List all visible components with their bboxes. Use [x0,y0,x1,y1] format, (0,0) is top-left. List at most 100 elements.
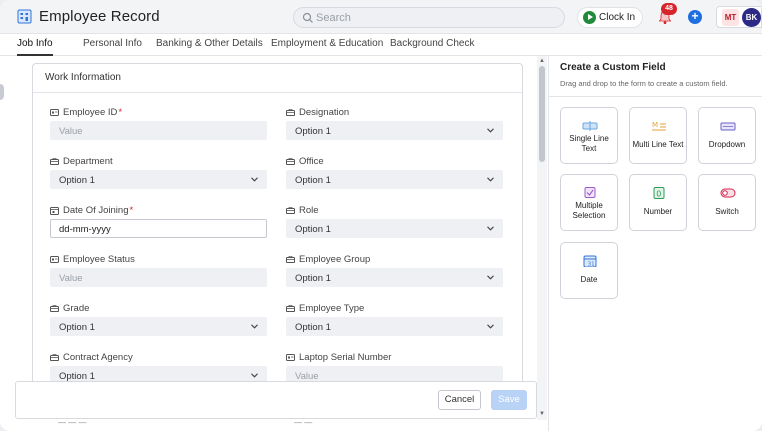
chevron-down-icon [487,226,494,231]
grade-select[interactable]: Option 1 [50,317,267,336]
field-label: Office [286,156,324,167]
chevron-down-icon [251,324,258,329]
field-label: Role [286,205,319,216]
tile-label: Multiple Selection [572,201,606,220]
scrollbar-thumb[interactable] [539,66,545,162]
single-line-text-icon [582,121,598,131]
tile-label: Number [643,207,673,216]
search-box[interactable] [293,7,565,28]
field-type-single-line-text[interactable]: Single Line Text [560,107,618,164]
tile-label: Dropdown [708,140,746,149]
avatar[interactable]: BK [742,8,761,27]
field-label: Grade [50,303,89,314]
id-card-icon [50,109,59,116]
field-label: Employee Group [286,254,370,265]
tile-label: Switch [715,207,739,216]
tab-background-check[interactable]: Background Check [390,38,475,49]
calendar-icon [50,207,59,215]
chevron-down-icon [251,373,258,378]
briefcase-icon [50,354,59,361]
avatar[interactable]: MT [722,9,739,26]
scroll-up-icon[interactable]: ▲ [539,58,545,64]
field-label: Laptop Serial Number [286,352,391,363]
id-card-icon [50,256,59,263]
peek-text: — — — [58,420,87,427]
svg-text:M: M [652,121,658,129]
field-label: Employee Status [50,254,135,265]
notification-badge: 48 [661,3,677,15]
side-handle[interactable] [0,84,4,100]
designation-select[interactable]: Option 1 [286,121,503,140]
briefcase-icon [50,305,59,312]
briefcase-icon [50,158,59,165]
multiple-selection-icon [584,187,596,198]
field-type-number[interactable]: 0 Number [629,174,687,231]
divider [549,96,762,97]
cancel-button[interactable]: Cancel [438,390,481,410]
hidden-row-peek: — — — — — [44,420,514,431]
field-label: Designation [286,107,349,118]
id-card-icon [286,354,295,361]
app-window: Employee Record Clock In 48 + MT BK Job … [0,0,762,431]
multi-line-text-icon: M [652,121,666,131]
peek-text: — — [294,420,313,427]
app-title: Employee Record [39,8,160,25]
employee-type-select[interactable]: Option 1 [286,317,503,336]
chevron-down-icon [487,275,494,280]
form-footer: Cancel Save [15,381,537,419]
section-title: Work Information [45,72,121,83]
header-bar: Employee Record Clock In 48 + MT BK [0,0,762,34]
chevron-down-icon [487,324,494,329]
clock-in-button[interactable]: Clock In [577,7,643,28]
scroll-down-icon[interactable]: ▼ [539,411,545,417]
add-button[interactable]: + [688,10,702,24]
briefcase-icon [286,109,295,116]
dropdown-icon [720,122,736,131]
user-avatars[interactable]: MT BK [716,6,762,28]
field-type-multiple-selection[interactable]: Multiple Selection [560,174,618,231]
chevron-down-icon [487,128,494,133]
custom-field-subtitle: Drag and drop to the form to create a cu… [560,79,728,88]
briefcase-icon [286,207,295,214]
field-label: Employee ID* [50,107,122,118]
field-type-multi-line-text[interactable]: M Multi Line Text [629,107,687,164]
employee-status-input[interactable]: Value [50,268,267,287]
tab-employment-education[interactable]: Employment & Education [271,38,383,49]
tile-label: Single Line Text [569,134,609,153]
date-of-joining-input[interactable]: dd-mm-yyyy [50,219,267,238]
date-icon: 31 [583,255,597,268]
search-icon [302,12,313,23]
chevron-down-icon [487,177,494,182]
field-type-dropdown[interactable]: Dropdown [698,107,756,164]
briefcase-icon [286,256,295,263]
department-select[interactable]: Option 1 [50,170,267,189]
work-information-panel: Work Information Employee ID* Value Design… [32,63,523,393]
save-button[interactable]: Save [491,390,527,410]
switch-icon [720,188,736,198]
field-label: Contract Agency [50,352,133,363]
tab-job-info[interactable]: Job Info [17,38,53,56]
office-select[interactable]: Option 1 [286,170,503,189]
field-type-date[interactable]: 31 Date [560,242,618,299]
play-icon [583,11,596,24]
tab-banking-other-details[interactable]: Banking & Other Details [156,38,263,49]
svg-text:31: 31 [588,262,595,268]
field-type-switch[interactable]: Switch [698,174,756,231]
role-select[interactable]: Option 1 [286,219,503,238]
custom-field-title: Create a Custom Field [560,62,666,73]
field-label: Employee Type [286,303,364,314]
number-icon: 0 [653,187,665,199]
briefcase-icon [286,305,295,312]
search-input[interactable] [316,10,546,25]
tile-label: Multi Line Text [632,140,684,149]
tab-personal-info[interactable]: Personal Info [83,38,142,49]
briefcase-icon [286,158,295,165]
chevron-down-icon [251,177,258,182]
tab-bar: Job Info Personal Info Banking & Other D… [0,34,762,56]
tile-label: Date [580,275,598,284]
building-icon [17,9,32,24]
clock-in-label: Clock In [599,12,636,23]
employee-group-select[interactable]: Option 1 [286,268,503,287]
employee-id-input[interactable]: Value [50,121,267,140]
divider [33,92,522,93]
